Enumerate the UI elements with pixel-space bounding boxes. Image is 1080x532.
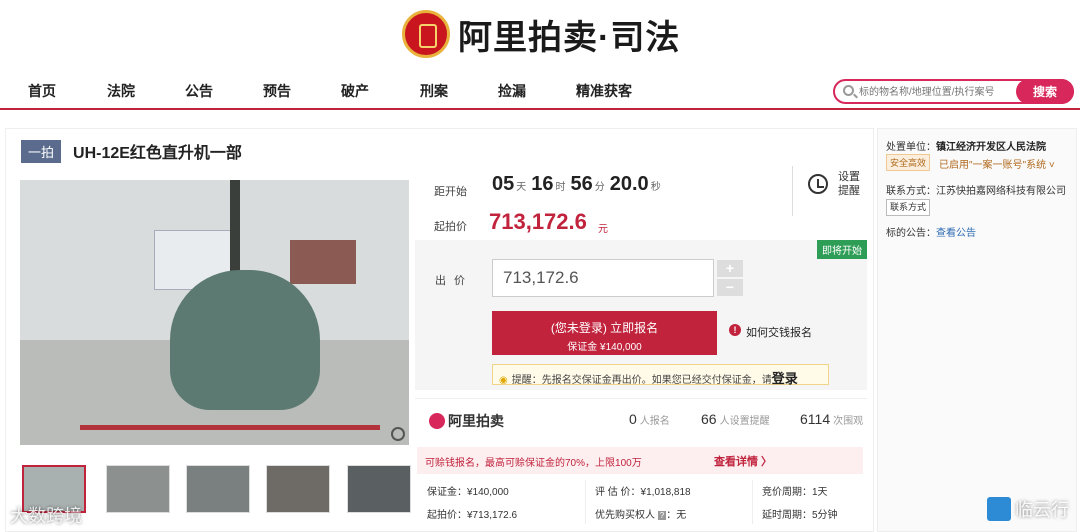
starting-price-value: 713,172.6 [489, 209, 587, 234]
set-reminder-button[interactable]: 设置提醒 [808, 170, 868, 210]
decrease-bid-button[interactable]: − [717, 279, 743, 296]
info-icon: ! [729, 324, 741, 336]
bidding-cycle-info: 竞价周期：1天 [762, 487, 828, 498]
nav-item-court[interactable]: 法院 [107, 81, 135, 101]
court-emblem-icon [402, 10, 450, 58]
thumbnail[interactable] [266, 465, 330, 513]
thumbnail[interactable] [106, 465, 170, 513]
watermark-right: 临云行 [987, 496, 1069, 522]
login-tip: ◉ 提醒：先报名交保证金再出价。如果您已经交付保证金，请登录 [492, 364, 829, 386]
watermark-logo-icon [987, 497, 1011, 521]
ali-logo-icon [429, 413, 445, 429]
brand-name: 阿里拍卖·司法 [458, 18, 681, 57]
auction-details: 保证金：¥140,000 起拍价：¥713,172.6 评 估 价：¥1,018… [415, 480, 867, 532]
court-info-panel: 处置单位：镇江经济开发区人民法院 安全高效 已启用"一案一账号"系统 ˅ 联系方… [877, 128, 1077, 532]
watermark-left: 大数跨境 [10, 506, 82, 526]
search-icon [843, 85, 854, 96]
ali-auction-logo: 阿里拍卖 [429, 411, 504, 431]
notice-row: 标的公告：查看公告 [886, 228, 976, 239]
main-photo[interactable] [20, 180, 409, 445]
priority-buyer-info: 优先购买权人 ? ：无 [595, 510, 687, 521]
view-details-link[interactable]: 查看详情 〉 [714, 453, 772, 469]
thumbnail[interactable] [347, 465, 411, 513]
contact-info: 联系方式：江苏快拍嘉网络科技有限公司 联系方式 [886, 184, 1072, 216]
disposal-unit: 处置单位：镇江经济开发区人民法院 [886, 142, 1046, 153]
lightbulb-icon: ◉ [499, 375, 508, 386]
bid-amount-input[interactable] [492, 259, 714, 297]
credit-promo-banner: 可赊钱报名，最高可赊保证金的70%，上限100万 查看详情 〉 [417, 447, 863, 474]
signup-count: 0 人报名 [629, 411, 670, 427]
nav-item-home[interactable]: 首页 [28, 81, 56, 101]
nav-item-preview[interactable]: 预告 [263, 81, 291, 101]
reminder-count: 66 人设置提醒 [701, 411, 770, 427]
login-link[interactable]: 登录 [772, 371, 798, 386]
how-to-pay-link[interactable]: 如何交钱报名 [746, 324, 812, 340]
nav-item-notice[interactable]: 公告 [185, 81, 213, 101]
bid-label: 出价 [435, 275, 473, 287]
starting-price-unit: 元 [598, 224, 608, 235]
helicopter-image [170, 270, 320, 410]
status-badge: 即将开始 [817, 240, 867, 259]
delay-cycle-info: 延时周期：5分钟 [762, 510, 838, 521]
countdown-label: 距开始 [434, 186, 467, 198]
appraisal-info: 评 估 价：¥1,018,818 [595, 487, 691, 498]
site-logo[interactable]: 阿里拍卖·司法 [402, 8, 680, 60]
countdown-timer: 05 天 16 时 56 分 20.0 秒 [492, 173, 661, 195]
increase-bid-button[interactable]: + [717, 260, 743, 277]
view-count: 6114 次围观 [800, 411, 864, 427]
auction-page: 阿里拍卖·司法 首页 法院 公告 预告 破产 刑案 捡漏 精准获客 搜索 一拍 … [0, 0, 1080, 532]
zoom-icon[interactable] [391, 427, 405, 441]
item-title: UH-12E红色直升机一部 [73, 145, 242, 162]
contact-button[interactable]: 联系方式 [886, 199, 931, 216]
safe-badge: 安全高效 [886, 154, 931, 171]
search-button[interactable]: 搜索 [1016, 79, 1074, 104]
search-box: 搜索 [833, 79, 1074, 104]
bid-panel: 即将开始 出价 + − (您未登录) 立即报名 保证金 ¥140,000 ! 如… [415, 240, 867, 390]
title-row: 一拍 UH-12E红色直升机一部 [21, 139, 242, 163]
account-system-note[interactable]: 已启用"一案一账号"系统 ˅ [939, 156, 1055, 171]
nav-item-bargain[interactable]: 捡漏 [498, 81, 526, 101]
auction-round-tag: 一拍 [21, 139, 62, 163]
court-name-link[interactable]: 镇江经济开发区人民法院 [936, 142, 1046, 153]
nav-item-precise[interactable]: 精准获客 [576, 81, 632, 101]
start-price-info: 起拍价：¥713,172.6 [427, 510, 518, 521]
deposit-info: 保证金：¥140,000 [427, 487, 509, 498]
signup-button[interactable]: (您未登录) 立即报名 保证金 ¥140,000 [492, 311, 717, 355]
search-input[interactable] [859, 84, 1015, 100]
stats-bar: 阿里拍卖 0 人报名 66 人设置提醒 6114 次围观 [415, 398, 867, 442]
nav-item-bankruptcy[interactable]: 破产 [341, 81, 369, 101]
clock-icon [808, 174, 828, 194]
starting-price-label: 起拍价 [434, 221, 467, 233]
view-notice-link[interactable]: 查看公告 [936, 228, 976, 239]
nav-item-criminal[interactable]: 刑案 [420, 81, 448, 101]
thumbnail[interactable] [186, 465, 250, 513]
